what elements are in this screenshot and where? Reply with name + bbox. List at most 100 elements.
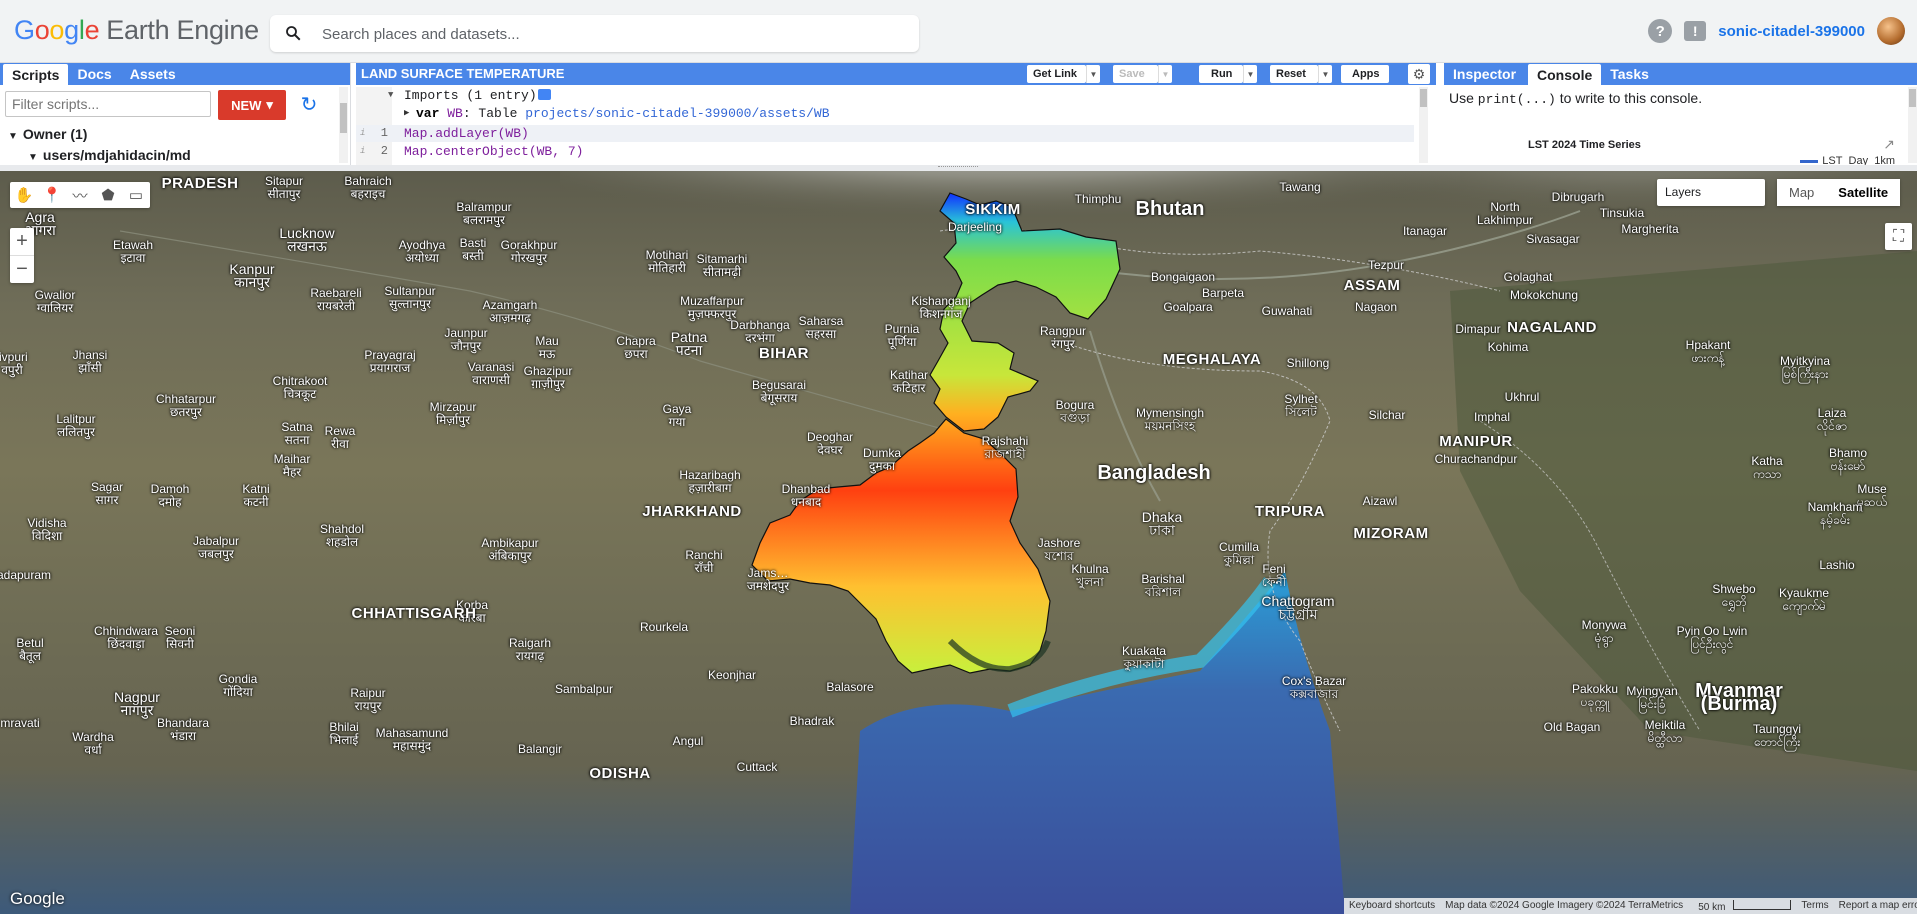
tab-inspector[interactable]: Inspector	[1444, 63, 1525, 85]
zoom-in-button[interactable]: +	[10, 228, 34, 256]
map-label-dhaka: Dhaka ঢাকা	[1141, 509, 1183, 538]
map-data-credit: Map data ©2024 Google Imagery ©2024 Terr…	[1445, 900, 1684, 911]
code-line[interactable]: i 2 Map.centerObject(WB, 7)	[356, 143, 1414, 160]
draw-line-icon[interactable]: 〰	[66, 182, 94, 208]
map-label-jashore: Jashore যশোর	[1037, 536, 1081, 563]
get-link-button[interactable]: Get Link	[1027, 65, 1086, 83]
map-label-katha: Katha ကသာ	[1751, 454, 1783, 481]
scale-bar[interactable]: 50 km	[1688, 898, 1796, 914]
scripts-panel: Scripts Docs Assets NEW ▾ ↻ ▼ Owner (1) ▼ u…	[0, 63, 351, 165]
legend-swatch	[1800, 159, 1819, 163]
map-label-dimapur: Dimapur	[1455, 322, 1501, 336]
map-label-deoghar: Deoghar देवघर	[806, 430, 854, 457]
map-label-gaya: Gaya गया	[662, 402, 692, 429]
draw-polygon-icon[interactable]: ⬟	[94, 182, 122, 208]
new-script-button[interactable]: NEW ▾	[218, 90, 286, 120]
info-icon: i	[360, 128, 366, 138]
layers-control[interactable]: Layers	[1657, 179, 1765, 206]
map-label-tawang: Tawang	[1279, 180, 1321, 194]
open-in-new-icon[interactable]: ↗	[1883, 136, 1895, 153]
map-label-purnia: Purnia पूर्णिया	[884, 322, 920, 349]
caret-down-icon: ▼	[388, 90, 394, 100]
settings-gear-icon[interactable]: ⚙	[1408, 64, 1430, 84]
draw-rectangle-icon[interactable]: ▭	[122, 182, 150, 208]
filter-row: NEW ▾ ↻	[5, 89, 345, 121]
code-function: Map.centerObject	[404, 144, 529, 159]
map-terrain	[119, 171, 1917, 914]
map-label-nagaland: NAGALAND	[1507, 319, 1597, 336]
apps-button[interactable]: Apps	[1341, 65, 1389, 83]
caret-right-icon: ▶	[404, 108, 410, 118]
map-type-satellite-button[interactable]: Satellite	[1826, 179, 1901, 206]
tab-scripts[interactable]: Scripts	[3, 64, 69, 85]
scrollbar[interactable]	[339, 87, 348, 163]
import-entry[interactable]: ▶ var WB: Table projects/sonic-citadel-3…	[356, 105, 1414, 122]
scrollbar-thumb[interactable]	[1909, 89, 1916, 107]
map-label-silchar: Silchar	[1368, 408, 1406, 422]
tab-docs[interactable]: Docs	[68, 63, 120, 85]
map-label-raebareli: Raebareli रायबरेली	[310, 286, 362, 313]
tab-tasks[interactable]: Tasks	[1601, 63, 1658, 85]
map-label-hazaribagh: Hazaribagh हज़ारीबाग	[679, 468, 741, 495]
tree-repo-row[interactable]: ▼ users/mdjahidacin/md	[28, 146, 191, 167]
map-label-guwahati: Guwahati	[1261, 304, 1313, 318]
console-scrollbar[interactable]	[1908, 87, 1917, 163]
report-error-link[interactable]: Report a map error	[1834, 898, 1917, 914]
save-button[interactable]: Save	[1113, 65, 1158, 83]
tree-owner-row[interactable]: ▼ Owner (1)	[8, 125, 191, 146]
refresh-icon[interactable]: ↻	[298, 94, 320, 116]
map-label-namkham: Namkham နမ့်ခမ်း	[1807, 500, 1863, 527]
avatar[interactable]	[1877, 17, 1905, 45]
reset-button[interactable]: Reset	[1270, 65, 1318, 83]
feedback-icon[interactable]: !	[1684, 21, 1707, 41]
keyboard-shortcuts-link[interactable]: Keyboard shortcuts	[1344, 898, 1440, 914]
import-name[interactable]: WB	[447, 106, 463, 121]
tab-assets[interactable]: Assets	[121, 63, 185, 85]
save-caret-icon[interactable]: ▼	[1158, 65, 1172, 83]
map-label-satna: Satna सतना	[281, 420, 313, 447]
zoom-control: + −	[10, 228, 34, 283]
imports-row[interactable]: ▼ Imports (1 entry)	[356, 87, 1414, 104]
imports-badge-icon[interactable]	[534, 87, 551, 104]
editor-scrollbar[interactable]	[1419, 87, 1428, 163]
map-canvas[interactable]: PRADESH Sitapur सीतापुर Bahraich बहराइच Agr…	[0, 171, 1917, 914]
map-type-map-button[interactable]: Map	[1777, 179, 1827, 206]
map-label-ghazipur: Ghazipur ग़ाज़ीपुर	[523, 364, 573, 391]
code-line[interactable]: i 1 Map.addLayer(WB)	[356, 125, 1414, 142]
map-label-dibrugarh: Dibrugarh	[1551, 190, 1605, 204]
earth-engine-logo[interactable]: Google Earth Engine	[14, 15, 259, 45]
editor-toolbar: LAND SURFACE TEMPERATURE Get Link ▼ Save…	[356, 63, 1436, 85]
get-link-caret-icon[interactable]: ▼	[1086, 65, 1100, 83]
reset-caret-icon[interactable]: ▼	[1318, 65, 1332, 83]
tab-console[interactable]: Console	[1528, 64, 1602, 85]
zoom-out-button[interactable]: −	[10, 256, 34, 283]
map-label-katihar: Katihar कटिहार	[889, 368, 929, 395]
map-label-balasore: Balasore	[826, 680, 874, 694]
filter-scripts-input[interactable]	[5, 91, 211, 117]
search-box[interactable]	[270, 15, 919, 54]
map-label-jhansi: Jhansi झाँसी	[72, 348, 108, 375]
map-label-lalitpur_top: livpuri वपुरी	[0, 350, 28, 377]
search-input[interactable]	[320, 15, 904, 54]
run-caret-icon[interactable]: ▼	[1243, 65, 1257, 83]
terms-link[interactable]: Terms	[1796, 898, 1833, 914]
fullscreen-icon[interactable]: ⛶	[1885, 223, 1912, 250]
code-area[interactable]: ▼ Imports (1 entry) ▶ var WB: Table proj…	[356, 87, 1436, 165]
map-label-ayodhya: Ayodhya अयोध्या	[398, 238, 446, 265]
add-marker-icon[interactable]: 📍	[38, 182, 66, 208]
run-button[interactable]: Run	[1199, 65, 1243, 83]
import-path[interactable]: projects/sonic-citadel-399000/assets/WB	[525, 106, 829, 121]
map-label-feni: Feni ফেনী	[1261, 562, 1287, 589]
logo-suffix: Earth Engine	[106, 15, 259, 45]
script-tree: ▼ Owner (1) ▼ users/mdjahidacin/md	[8, 125, 191, 167]
logo-letter: G	[14, 15, 35, 45]
project-selector[interactable]: sonic-citadel-399000	[1718, 23, 1865, 40]
map-label-pakokku: Pakokku ပခုက္ကူ	[1571, 682, 1619, 709]
pan-hand-icon[interactable]: ✋	[10, 182, 38, 208]
map-label-kishanganj: Kishanganj किशनगंज	[911, 294, 971, 321]
scrollbar-thumb[interactable]	[1420, 89, 1427, 107]
help-icon[interactable]: ?	[1648, 19, 1673, 43]
map-label-dumka: Dumka दुमका	[862, 446, 902, 473]
map-label-begusarai: Begusarai बेगूसराय	[751, 378, 807, 405]
scrollbar-thumb[interactable]	[340, 103, 347, 133]
